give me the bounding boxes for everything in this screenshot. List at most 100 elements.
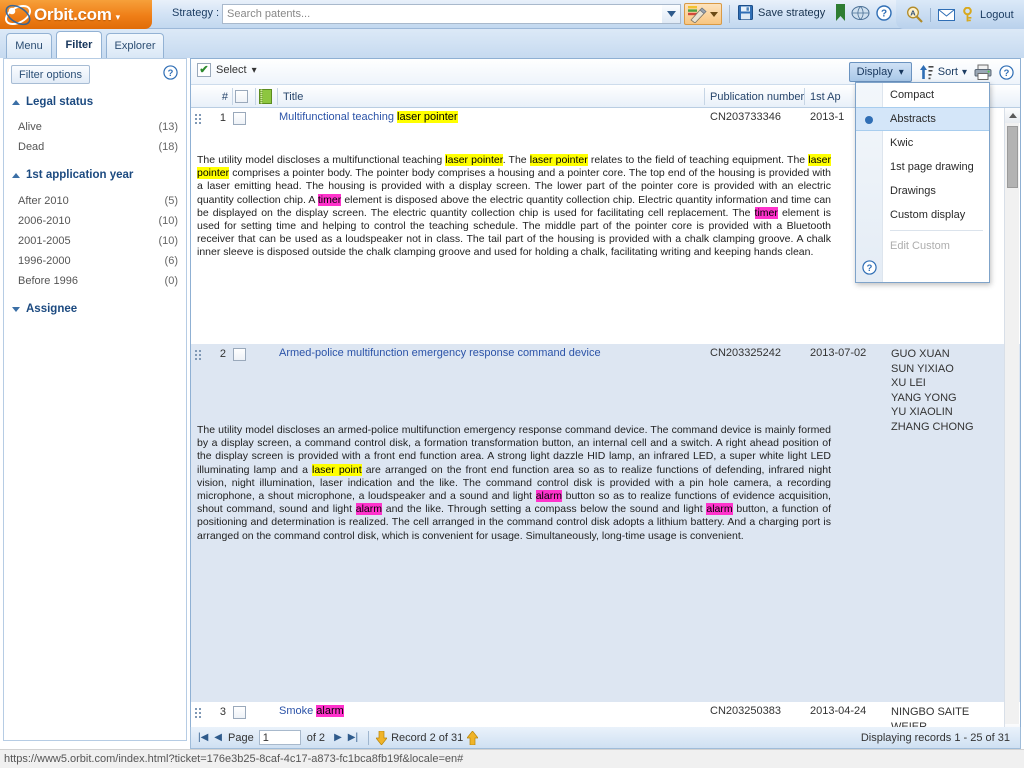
scroll-up-icon[interactable]: [1005, 108, 1020, 123]
filter-item-2006-2010[interactable]: 2006-2010 (10): [18, 213, 178, 228]
record-up-arrow-icon[interactable]: [467, 730, 479, 745]
filter-item-count: (10): [158, 214, 178, 227]
column-header-publication-number[interactable]: Publication number: [710, 85, 804, 108]
row-checkbox[interactable]: [233, 706, 246, 719]
menu-item-compact[interactable]: Compact: [856, 83, 989, 107]
column-header-number[interactable]: #: [212, 85, 228, 108]
tab-menu[interactable]: Menu: [6, 33, 52, 58]
key-icon[interactable]: [962, 7, 973, 22]
last-page-button[interactable]: ▶|: [345, 732, 361, 743]
select-menu-button[interactable]: ✔ Select ▾: [197, 63, 257, 77]
filter-section-assignee[interactable]: Assignee: [12, 303, 77, 315]
brand-name: Orbit.com: [34, 4, 112, 24]
row-title-link[interactable]: Multifunctional teaching laser pointer: [279, 111, 458, 123]
row-publication-number: CN203250383: [710, 705, 781, 717]
select-label: Select: [216, 64, 247, 76]
select-all-checkbox[interactable]: [235, 90, 248, 103]
filter-item-label: 1996-2000: [18, 254, 71, 267]
record-down-arrow-icon[interactable]: [376, 730, 388, 745]
prev-page-button[interactable]: ◀: [211, 732, 225, 743]
row-publication-number: CN203733346: [710, 111, 781, 123]
menu-item-kwic[interactable]: Kwic: [856, 131, 989, 155]
column-header-select-all[interactable]: [235, 85, 248, 108]
help-circle-icon[interactable]: ?: [163, 65, 178, 80]
column-header-first-application-date[interactable]: 1st Ap: [810, 85, 841, 108]
logout-link[interactable]: Logout: [980, 9, 1014, 21]
menu-item-label: Edit Custom: [890, 240, 950, 252]
svg-text:?: ?: [867, 263, 873, 273]
help-circle-icon[interactable]: ?: [862, 260, 877, 275]
drag-handle-icon[interactable]: [195, 708, 202, 718]
drag-handle-icon[interactable]: [195, 114, 202, 124]
print-icon[interactable]: [974, 64, 992, 80]
display-button[interactable]: Display ▾: [848, 62, 912, 82]
results-vertical-scrollbar[interactable]: [1004, 108, 1020, 739]
highlighted-term: laser pointer: [445, 154, 503, 166]
filter-item-count: (18): [158, 140, 178, 153]
edit-strategy-button[interactable]: [684, 3, 722, 25]
highlighted-term: timer: [754, 206, 778, 219]
drag-handle-icon[interactable]: [195, 350, 202, 360]
chevron-down-icon[interactable]: ▾: [252, 65, 257, 76]
magnifier-a-icon[interactable]: A: [906, 6, 923, 23]
scrollbar-thumb[interactable]: [1007, 126, 1018, 188]
selected-bullet-icon: [865, 116, 873, 124]
help-circle-icon[interactable]: ?: [876, 4, 892, 21]
mail-icon[interactable]: [938, 8, 955, 21]
save-strategy-button[interactable]: Save strategy: [738, 5, 825, 20]
svg-text:?: ?: [881, 8, 887, 19]
menu-item-first-page-drawing[interactable]: 1st page drawing: [856, 155, 989, 179]
filter-section-first-application-year[interactable]: 1st application year: [12, 169, 133, 181]
filter-options-button[interactable]: Filter options: [11, 65, 90, 84]
help-circle-icon[interactable]: ?: [999, 64, 1014, 80]
results-toolbar-right: Display ▾ Sort ▾ ?: [848, 62, 1014, 82]
menu-item-custom-display[interactable]: Custom display: [856, 203, 989, 227]
chevron-down-icon: ▾: [961, 66, 967, 78]
filter-item-alive[interactable]: Alive (13): [18, 119, 178, 134]
row-title-link[interactable]: Smoke alarm: [279, 705, 344, 717]
row-number: 3: [219, 706, 226, 718]
column-header-book[interactable]: [259, 85, 272, 108]
row-abstract: The utility model discloses a multifunct…: [197, 154, 832, 259]
menu-item-drawings[interactable]: Drawings: [856, 179, 989, 203]
sort-button[interactable]: Sort ▾: [919, 64, 967, 80]
table-row[interactable]: 2 Armed-police multifunction emergency r…: [191, 344, 1020, 702]
brand-caret-icon[interactable]: ▾: [116, 12, 121, 23]
page-input[interactable]: [258, 730, 301, 745]
brand-logo[interactable]: Orbit.com ▾: [0, 0, 152, 29]
filter-item-after-2010[interactable]: After 2010 (5): [18, 193, 178, 208]
search-input[interactable]: [222, 4, 670, 24]
sort-label: Sort: [937, 66, 958, 78]
tab-label: Menu: [15, 40, 43, 52]
column-divider: [255, 88, 256, 105]
highlighted-term: alarm: [355, 503, 382, 516]
filter-item-count: (13): [158, 120, 178, 133]
tab-filter[interactable]: Filter: [56, 31, 102, 58]
divider: [930, 7, 931, 22]
display-dropdown-menu[interactable]: Compact Abstracts Kwic 1st page drawing …: [855, 82, 990, 283]
row-number: 2: [219, 348, 226, 360]
filter-item-2001-2005[interactable]: 2001-2005 (10): [18, 233, 178, 248]
row-title-link[interactable]: Armed-police multifunction emergency res…: [279, 347, 601, 359]
globe-icon[interactable]: [851, 4, 870, 21]
tab-explorer[interactable]: Explorer: [106, 33, 164, 58]
chevron-down-icon: ▾: [898, 66, 904, 78]
bookmark-icon[interactable]: [836, 4, 845, 21]
menu-item-abstracts[interactable]: Abstracts: [856, 107, 989, 131]
chevron-up-icon: [12, 99, 20, 105]
row-abstract: The utility model discloses an armed-pol…: [197, 424, 832, 542]
first-page-button[interactable]: |◀: [195, 732, 211, 743]
filter-item-1996-2000[interactable]: 1996-2000 (6): [18, 253, 178, 268]
filter-item-dead[interactable]: Dead (18): [18, 139, 178, 154]
row-checkbox[interactable]: [233, 112, 246, 125]
next-page-button[interactable]: ▶: [331, 732, 345, 743]
column-header-title[interactable]: Title: [283, 85, 303, 108]
search-history-dropdown[interactable]: [662, 4, 681, 24]
orbit-swirl-icon: [3, 2, 33, 28]
filter-item-count: (5): [164, 194, 178, 207]
row-checkbox[interactable]: [233, 348, 246, 361]
chevron-down-icon[interactable]: [710, 11, 718, 17]
filter-item-before-1996[interactable]: Before 1996 (0): [18, 273, 178, 288]
highlighted-term: timer: [317, 193, 342, 206]
filter-section-legal-status[interactable]: Legal status: [12, 96, 93, 108]
